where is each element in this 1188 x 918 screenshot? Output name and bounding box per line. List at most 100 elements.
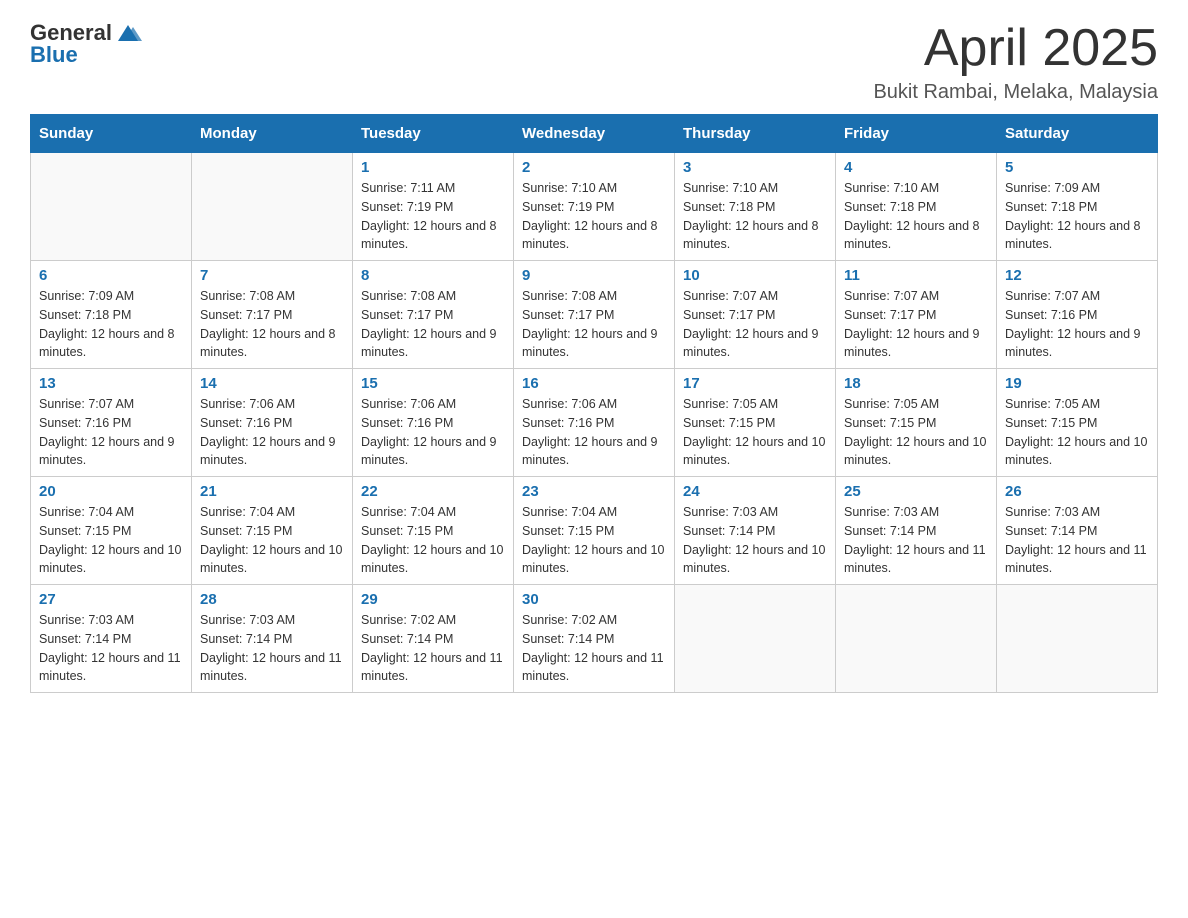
day-info: Sunrise: 7:08 AMSunset: 7:17 PMDaylight:… [200, 287, 344, 362]
calendar-cell: 8Sunrise: 7:08 AMSunset: 7:17 PMDaylight… [353, 261, 514, 369]
calendar-cell: 19 Sunrise: 7:05 AMSunset: 7:15 PMDayligh… [997, 369, 1158, 477]
calendar-cell: 10Sunrise: 7:07 AMSunset: 7:17 PMDayligh… [675, 261, 836, 369]
day-info: Sunrise: 7:06 AMSunset: 7:16 PMDaylight:… [200, 395, 344, 470]
calendar-cell: 13 Sunrise: 7:07 AMSunset: 7:16 PMDayligh… [31, 369, 192, 477]
title-section: April 2025 Bukit Rambai, Melaka, Malaysi… [873, 20, 1158, 104]
calendar-cell: 14 Sunrise: 7:06 AMSunset: 7:16 PMDayligh… [192, 369, 353, 477]
calendar-cell: 3 Sunrise: 7:10 AMSunset: 7:18 PMDaylight… [675, 153, 836, 261]
day-number: 15 [361, 375, 505, 392]
month-title: April 2025 [873, 20, 1158, 77]
day-info: Sunrise: 7:04 AMSunset: 7:15 PMDaylight:… [361, 503, 505, 578]
day-info: Sunrise: 7:03 AMSunset: 7:14 PMDaylight:… [844, 503, 988, 578]
day-number: 21 [200, 483, 344, 500]
column-header-thursday: Thursday [675, 115, 836, 153]
calendar-cell [192, 153, 353, 261]
day-number: 12 [1005, 267, 1149, 284]
calendar-cell: 23 Sunrise: 7:04 AMSunset: 7:15 PMDayligh… [514, 477, 675, 585]
day-number: 1 [361, 159, 505, 176]
calendar-cell: 2 Sunrise: 7:10 AMSunset: 7:19 PMDaylight… [514, 153, 675, 261]
day-number: 16 [522, 375, 666, 392]
day-info: Sunrise: 7:06 AMSunset: 7:16 PMDaylight:… [361, 395, 505, 470]
day-info: Sunrise: 7:10 AMSunset: 7:19 PMDaylight:… [522, 179, 666, 254]
day-number: 9 [522, 267, 666, 284]
column-header-tuesday: Tuesday [353, 115, 514, 153]
column-header-saturday: Saturday [997, 115, 1158, 153]
day-info: Sunrise: 7:03 AMSunset: 7:14 PMDaylight:… [683, 503, 827, 578]
day-number: 2 [522, 159, 666, 176]
day-info: Sunrise: 7:07 AMSunset: 7:16 PMDaylight:… [39, 395, 183, 470]
day-number: 22 [361, 483, 505, 500]
day-number: 20 [39, 483, 183, 500]
day-info: Sunrise: 7:02 AMSunset: 7:14 PMDaylight:… [361, 611, 505, 686]
week-row-4: 20 Sunrise: 7:04 AMSunset: 7:15 PMDayligh… [31, 477, 1158, 585]
day-info: Sunrise: 7:11 AMSunset: 7:19 PMDaylight:… [361, 179, 505, 254]
column-header-friday: Friday [836, 115, 997, 153]
calendar-cell: 11 Sunrise: 7:07 AMSunset: 7:17 PMDayligh… [836, 261, 997, 369]
day-number: 19 [1005, 375, 1149, 392]
logo: General Blue [30, 20, 142, 68]
calendar-cell: 28Sunrise: 7:03 AMSunset: 7:14 PMDayligh… [192, 585, 353, 693]
day-info: Sunrise: 7:03 AMSunset: 7:14 PMDaylight:… [39, 611, 183, 686]
day-info: Sunrise: 7:09 AMSunset: 7:18 PMDaylight:… [1005, 179, 1149, 254]
calendar-cell: 16 Sunrise: 7:06 AMSunset: 7:16 PMDayligh… [514, 369, 675, 477]
day-info: Sunrise: 7:10 AMSunset: 7:18 PMDaylight:… [844, 179, 988, 254]
calendar-cell: 7Sunrise: 7:08 AMSunset: 7:17 PMDaylight… [192, 261, 353, 369]
day-info: Sunrise: 7:04 AMSunset: 7:15 PMDaylight:… [522, 503, 666, 578]
calendar-table: SundayMondayTuesdayWednesdayThursdayFrid… [30, 114, 1158, 693]
calendar-cell [836, 585, 997, 693]
day-info: Sunrise: 7:04 AMSunset: 7:15 PMDaylight:… [39, 503, 183, 578]
location: Bukit Rambai, Melaka, Malaysia [873, 81, 1158, 104]
day-number: 27 [39, 591, 183, 608]
column-header-wednesday: Wednesday [514, 115, 675, 153]
calendar-cell [997, 585, 1158, 693]
day-number: 13 [39, 375, 183, 392]
day-number: 17 [683, 375, 827, 392]
day-number: 11 [844, 267, 988, 284]
calendar-cell: 24 Sunrise: 7:03 AMSunset: 7:14 PMDayligh… [675, 477, 836, 585]
day-info: Sunrise: 7:03 AMSunset: 7:14 PMDaylight:… [1005, 503, 1149, 578]
day-info: Sunrise: 7:07 AMSunset: 7:17 PMDaylight:… [844, 287, 988, 362]
page-header: General Blue April 2025 Bukit Rambai, Me… [30, 20, 1158, 104]
day-number: 14 [200, 375, 344, 392]
calendar-cell: 15 Sunrise: 7:06 AMSunset: 7:16 PMDayligh… [353, 369, 514, 477]
calendar-cell: 17Sunrise: 7:05 AMSunset: 7:15 PMDayligh… [675, 369, 836, 477]
week-row-3: 13 Sunrise: 7:07 AMSunset: 7:16 PMDayligh… [31, 369, 1158, 477]
day-info: Sunrise: 7:05 AMSunset: 7:15 PMDaylight:… [1005, 395, 1149, 470]
calendar-cell: 22 Sunrise: 7:04 AMSunset: 7:15 PMDayligh… [353, 477, 514, 585]
day-info: Sunrise: 7:05 AMSunset: 7:15 PMDaylight:… [844, 395, 988, 470]
calendar-cell: 9 Sunrise: 7:08 AMSunset: 7:17 PMDaylight… [514, 261, 675, 369]
calendar-cell: 20 Sunrise: 7:04 AMSunset: 7:15 PMDayligh… [31, 477, 192, 585]
column-header-monday: Monday [192, 115, 353, 153]
day-info: Sunrise: 7:06 AMSunset: 7:16 PMDaylight:… [522, 395, 666, 470]
logo-triangle-icon [114, 17, 142, 45]
calendar-cell: 21 Sunrise: 7:04 AMSunset: 7:15 PMDayligh… [192, 477, 353, 585]
calendar-cell: 5Sunrise: 7:09 AMSunset: 7:18 PMDaylight… [997, 153, 1158, 261]
calendar-cell: 26 Sunrise: 7:03 AMSunset: 7:14 PMDayligh… [997, 477, 1158, 585]
calendar-cell: 30 Sunrise: 7:02 AMSunset: 7:14 PMDayligh… [514, 585, 675, 693]
day-info: Sunrise: 7:02 AMSunset: 7:14 PMDaylight:… [522, 611, 666, 686]
day-info: Sunrise: 7:08 AMSunset: 7:17 PMDaylight:… [522, 287, 666, 362]
day-number: 18 [844, 375, 988, 392]
day-info: Sunrise: 7:08 AMSunset: 7:17 PMDaylight:… [361, 287, 505, 362]
calendar-cell: 29 Sunrise: 7:02 AMSunset: 7:14 PMDayligh… [353, 585, 514, 693]
day-number: 26 [1005, 483, 1149, 500]
day-info: Sunrise: 7:07 AMSunset: 7:16 PMDaylight:… [1005, 287, 1149, 362]
day-number: 30 [522, 591, 666, 608]
day-number: 23 [522, 483, 666, 500]
day-info: Sunrise: 7:09 AMSunset: 7:18 PMDaylight:… [39, 287, 183, 362]
day-number: 29 [361, 591, 505, 608]
week-row-5: 27 Sunrise: 7:03 AMSunset: 7:14 PMDayligh… [31, 585, 1158, 693]
calendar-header-row: SundayMondayTuesdayWednesdayThursdayFrid… [31, 115, 1158, 153]
day-info: Sunrise: 7:04 AMSunset: 7:15 PMDaylight:… [200, 503, 344, 578]
day-number: 25 [844, 483, 988, 500]
column-header-sunday: Sunday [31, 115, 192, 153]
day-number: 10 [683, 267, 827, 284]
calendar-cell: 18 Sunrise: 7:05 AMSunset: 7:15 PMDayligh… [836, 369, 997, 477]
calendar-cell [675, 585, 836, 693]
calendar-cell [31, 153, 192, 261]
day-number: 6 [39, 267, 183, 284]
calendar-cell: 27 Sunrise: 7:03 AMSunset: 7:14 PMDayligh… [31, 585, 192, 693]
day-number: 3 [683, 159, 827, 176]
day-number: 24 [683, 483, 827, 500]
day-info: Sunrise: 7:10 AMSunset: 7:18 PMDaylight:… [683, 179, 827, 254]
